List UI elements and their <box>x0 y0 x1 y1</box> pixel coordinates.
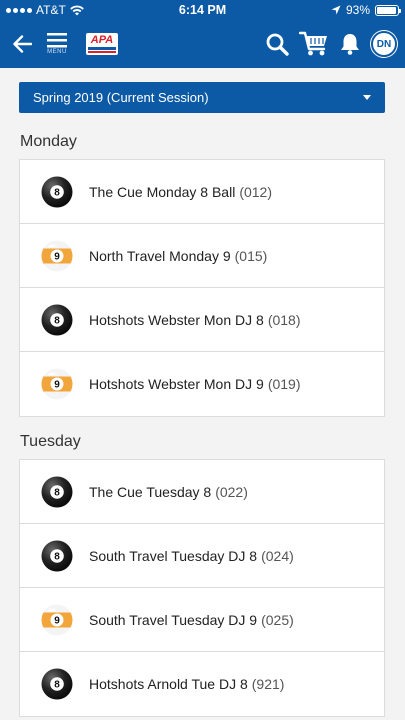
eight-ball-icon: 8 <box>41 304 73 335</box>
team-name: Hotshots Arnold Tue DJ 8 <box>89 676 248 692</box>
cart-icon <box>299 31 327 56</box>
notifications-button[interactable] <box>339 32 361 56</box>
team-name: Hotshots Webster Mon DJ 9 <box>89 376 264 392</box>
eight-ball-icon: 8 <box>41 668 73 700</box>
team-label: North Travel Monday 9 (015) <box>89 248 267 264</box>
team-label: The Cue Monday 8 Ball (012) <box>89 184 272 200</box>
location-arrow-icon <box>331 5 341 15</box>
avatar-initials: DN <box>376 38 392 50</box>
nine-ball-icon: 9 <box>41 368 73 400</box>
team-name: South Travel Tuesday DJ 9 <box>89 611 258 628</box>
team-list-tuesday: 8 The Cue Tuesday 8 (022) 8 South Travel Tue… <box>19 459 385 717</box>
apa-logo[interactable]: APA <box>86 33 118 55</box>
team-row[interactable]: 9 North Travel Monday 9 (015) <box>20 224 384 288</box>
cart-button[interactable] <box>299 31 329 57</box>
team-list-monday: 8 The Cue Monday 8 Ball (012) 9 North Travel… <box>19 159 385 417</box>
team-number: (018) <box>267 311 301 328</box>
menu-label: MENU <box>47 49 67 55</box>
status-bar: AT&T 6:14 PM 93% <box>0 0 405 20</box>
svg-text:8: 8 <box>54 551 60 562</box>
svg-text:8: 8 <box>54 187 60 198</box>
svg-text:9: 9 <box>54 380 60 391</box>
nine-ball-icon: 9 <box>41 240 73 271</box>
team-name: Hotshots Webster Mon DJ 8 <box>89 311 264 328</box>
bell-icon <box>341 34 359 55</box>
signal-icon <box>6 7 32 13</box>
app-header: MENU APA DN <box>0 20 405 68</box>
eight-ball-icon: 8 <box>41 476 73 507</box>
team-label: South Travel Tuesday DJ 9 (025) <box>89 612 294 628</box>
team-row[interactable]: 8 Hotshots Webster Mon DJ 8 (018) <box>20 288 384 352</box>
logo-text: APA <box>90 34 114 46</box>
session-selected: Spring 2019 (Current Session) <box>33 90 209 105</box>
battery-level <box>377 6 396 14</box>
svg-text:9: 9 <box>54 615 60 626</box>
nine-ball-icon: 9 <box>41 604 73 635</box>
team-number: (024) <box>261 547 294 564</box>
search-button[interactable] <box>265 32 289 56</box>
hamburger-icon <box>47 33 67 48</box>
team-number: (921) <box>251 676 285 692</box>
wifi-icon <box>69 5 84 15</box>
team-label: The Cue Tuesday 8 (022) <box>89 484 248 500</box>
team-row[interactable]: 9 South Travel Tuesday DJ 9 (025) <box>20 588 384 652</box>
team-number: (015) <box>234 247 268 264</box>
team-row[interactable]: 9 Hotshots Webster Mon DJ 9 (019) <box>20 352 384 416</box>
caret-down-icon <box>363 95 371 100</box>
status-time: 6:14 PM <box>178 3 227 17</box>
team-number: (022) <box>215 483 248 500</box>
back-arrow-icon <box>13 35 32 53</box>
day-header-tuesday: Tuesday <box>20 433 81 450</box>
team-number: (025) <box>261 611 294 628</box>
team-number: (012) <box>239 183 272 200</box>
user-avatar-button[interactable]: DN <box>371 31 397 57</box>
team-name: South Travel Tuesday DJ 8 <box>89 547 258 564</box>
battery-percent: 93% <box>345 3 370 17</box>
carrier-label: AT&T <box>36 3 66 17</box>
back-button[interactable] <box>12 35 32 53</box>
svg-text:8: 8 <box>54 487 60 498</box>
svg-text:9: 9 <box>54 251 60 262</box>
eight-ball-icon: 8 <box>41 176 73 207</box>
team-label: Hotshots Webster Mon DJ 8 (018) <box>89 312 301 328</box>
team-row[interactable]: 8 South Travel Tuesday DJ 8 (024) <box>20 524 384 588</box>
team-name: The Cue Monday 8 Ball <box>89 183 236 200</box>
eight-ball-icon: 8 <box>41 540 73 571</box>
team-name: North Travel Monday 9 <box>89 247 231 264</box>
team-name: The Cue Tuesday 8 <box>89 483 212 500</box>
svg-text:8: 8 <box>54 680 60 691</box>
team-number: (019) <box>267 376 301 392</box>
team-label: Hotshots Webster Mon DJ 9 (019) <box>89 376 301 392</box>
battery-icon <box>375 4 401 16</box>
session-dropdown[interactable]: Spring 2019 (Current Session) <box>19 82 385 113</box>
svg-text:8: 8 <box>54 315 60 326</box>
team-row[interactable]: 8 The Cue Monday 8 Ball (012) <box>20 160 384 224</box>
team-label: South Travel Tuesday DJ 8 (024) <box>89 548 294 564</box>
team-label: Hotshots Arnold Tue DJ 8 (921) <box>89 676 284 692</box>
menu-button[interactable]: MENU <box>44 33 70 55</box>
team-row[interactable]: 8 Hotshots Arnold Tue DJ 8 (921) <box>20 652 384 716</box>
team-row[interactable]: 8 The Cue Tuesday 8 (022) <box>20 460 384 524</box>
day-header-monday: Monday <box>20 133 77 150</box>
search-icon <box>266 33 289 56</box>
